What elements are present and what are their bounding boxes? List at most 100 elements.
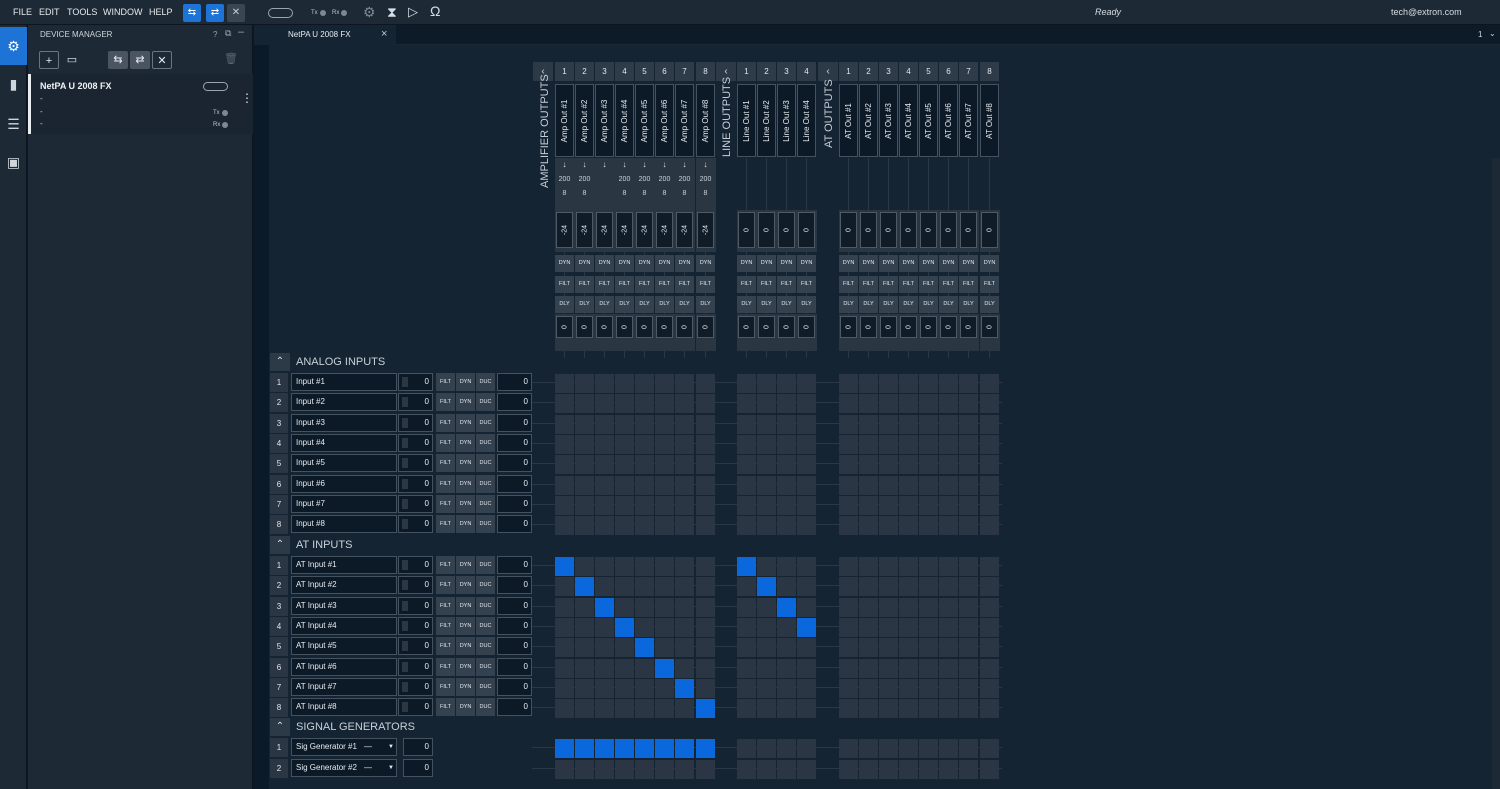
crosspoint-at-7[interactable] xyxy=(959,739,978,758)
input-delay[interactable]: 0 xyxy=(497,475,532,493)
crosspoint-amp-2[interactable] xyxy=(575,739,594,758)
output-filt-button[interactable]: FILT xyxy=(575,276,594,293)
disconnect-device-icon[interactable]: ✕ xyxy=(152,51,172,69)
crosspoint-amp-8[interactable] xyxy=(696,699,715,718)
output-gain-fader[interactable]: 0 xyxy=(960,212,977,248)
crosspoint-amp-5[interactable] xyxy=(635,577,654,596)
crosspoint-at-6[interactable] xyxy=(939,557,958,576)
crosspoint-line-2[interactable] xyxy=(757,659,776,678)
crosspoint-at-4[interactable] xyxy=(899,679,918,698)
crosspoint-amp-1[interactable] xyxy=(555,739,574,758)
input-delay[interactable]: 0 xyxy=(497,454,532,472)
crosspoint-amp-4[interactable] xyxy=(615,415,634,434)
crosspoint-amp-3[interactable] xyxy=(595,496,614,515)
input-name-at[interactable]: AT Input #6 xyxy=(291,658,397,676)
crosspoint-amp-2[interactable] xyxy=(575,598,594,617)
input-gain-fader[interactable]: 0 xyxy=(398,373,433,391)
crosspoint-amp-2[interactable] xyxy=(575,638,594,657)
input-name-analog[interactable]: Input #8 xyxy=(291,515,397,533)
crosspoint-amp-3[interactable] xyxy=(595,435,614,454)
input-duc-button[interactable]: DUC xyxy=(476,556,495,574)
input-delay[interactable]: 0 xyxy=(497,678,532,696)
crosspoint-line-2[interactable] xyxy=(757,739,776,758)
output-gain-fader[interactable]: 0 xyxy=(798,212,815,248)
crosspoint-amp-3[interactable] xyxy=(595,394,614,413)
crosspoint-at-2[interactable] xyxy=(859,699,878,718)
output-gain-fader[interactable]: 0 xyxy=(860,212,877,248)
crosspoint-at-3[interactable] xyxy=(879,598,898,617)
output-name-at-7[interactable]: AT Out #7 xyxy=(959,84,978,157)
crosspoint-at-5[interactable] xyxy=(919,618,938,637)
input-filt-button[interactable]: FILT xyxy=(436,597,455,615)
output-dly-button[interactable]: DLY xyxy=(615,296,634,313)
crosspoint-line-2[interactable] xyxy=(757,415,776,434)
output-delay-fader[interactable]: 0 xyxy=(960,316,977,338)
crosspoint-at-4[interactable] xyxy=(899,394,918,413)
crosspoint-amp-7[interactable] xyxy=(675,699,694,718)
input-filt-button[interactable]: FILT xyxy=(436,678,455,696)
crosspoint-at-2[interactable] xyxy=(859,679,878,698)
crosspoint-amp-6[interactable] xyxy=(655,496,674,515)
input-gain-fader[interactable]: 0 xyxy=(398,637,433,655)
input-name-analog[interactable]: Input #4 xyxy=(291,434,397,452)
crosspoint-amp-5[interactable] xyxy=(635,739,654,758)
crosspoint-amp-8[interactable] xyxy=(696,496,715,515)
crosspoint-line-2[interactable] xyxy=(757,496,776,515)
tab-netpa[interactable]: NetPA U 2008 FX × xyxy=(254,25,396,45)
input-dyn-button[interactable]: DYN xyxy=(456,678,475,696)
crosspoint-at-5[interactable] xyxy=(919,760,938,779)
input-duc-button[interactable]: DUC xyxy=(476,373,495,391)
output-dyn-button[interactable]: DYN xyxy=(737,255,756,272)
input-name-analog[interactable]: Input #7 xyxy=(291,495,397,513)
output-delay-fader[interactable]: 0 xyxy=(596,316,613,338)
input-name-analog[interactable]: Input #3 xyxy=(291,414,397,432)
crosspoint-at-3[interactable] xyxy=(879,739,898,758)
crosspoint-amp-6[interactable] xyxy=(655,374,674,393)
crosspoint-line-4[interactable] xyxy=(797,699,816,718)
crosspoint-amp-2[interactable] xyxy=(575,577,594,596)
chevron-left-icon-at[interactable]: ‹ xyxy=(818,62,838,81)
output-filt-button[interactable]: FILT xyxy=(959,276,978,293)
crosspoint-at-8[interactable] xyxy=(980,577,999,596)
chevron-up-icon-siggen[interactable]: ⌃ xyxy=(270,718,290,736)
output-delay-fader[interactable]: 0 xyxy=(697,316,714,338)
output-dly-button[interactable]: DLY xyxy=(980,296,999,313)
input-dyn-button[interactable]: DYN xyxy=(456,475,475,493)
crosspoint-at-7[interactable] xyxy=(959,516,978,535)
crosspoint-at-2[interactable] xyxy=(859,618,878,637)
crosspoint-amp-6[interactable] xyxy=(655,618,674,637)
output-dly-button[interactable]: DLY xyxy=(635,296,654,313)
crosspoint-amp-7[interactable] xyxy=(675,516,694,535)
crosspoint-line-3[interactable] xyxy=(777,435,796,454)
output-dyn-button[interactable]: DYN xyxy=(797,255,816,272)
crosspoint-at-2[interactable] xyxy=(859,577,878,596)
output-dly-button[interactable]: DLY xyxy=(859,296,878,313)
input-duc-button[interactable]: DUC xyxy=(476,434,495,452)
crosspoint-amp-4[interactable] xyxy=(615,455,634,474)
crosspoint-amp-7[interactable] xyxy=(675,679,694,698)
output-name-amp-6[interactable]: Amp Out #6 xyxy=(655,84,674,157)
crosspoint-line-3[interactable] xyxy=(777,618,796,637)
crosspoint-amp-8[interactable] xyxy=(696,516,715,535)
crosspoint-amp-5[interactable] xyxy=(635,374,654,393)
crosspoint-at-6[interactable] xyxy=(939,516,958,535)
crosspoint-amp-6[interactable] xyxy=(655,415,674,434)
crosspoint-amp-7[interactable] xyxy=(675,394,694,413)
output-dly-button[interactable]: DLY xyxy=(879,296,898,313)
crosspoint-at-5[interactable] xyxy=(919,557,938,576)
crosspoint-at-4[interactable] xyxy=(899,476,918,495)
crosspoint-line-1[interactable] xyxy=(737,659,756,678)
output-gain-fader[interactable]: 0 xyxy=(920,212,937,248)
crosspoint-amp-7[interactable] xyxy=(675,374,694,393)
input-delay[interactable]: 0 xyxy=(497,495,532,513)
output-filt-button[interactable]: FILT xyxy=(879,276,898,293)
output-dly-button[interactable]: DLY xyxy=(899,296,918,313)
crosspoint-line-2[interactable] xyxy=(757,699,776,718)
crosspoint-line-2[interactable] xyxy=(757,679,776,698)
crosspoint-amp-4[interactable] xyxy=(615,394,634,413)
crosspoint-at-5[interactable] xyxy=(919,455,938,474)
crosspoint-amp-6[interactable] xyxy=(655,435,674,454)
crosspoint-at-8[interactable] xyxy=(980,739,999,758)
crosspoint-line-2[interactable] xyxy=(757,374,776,393)
tab-close-icon[interactable]: × xyxy=(381,28,387,40)
